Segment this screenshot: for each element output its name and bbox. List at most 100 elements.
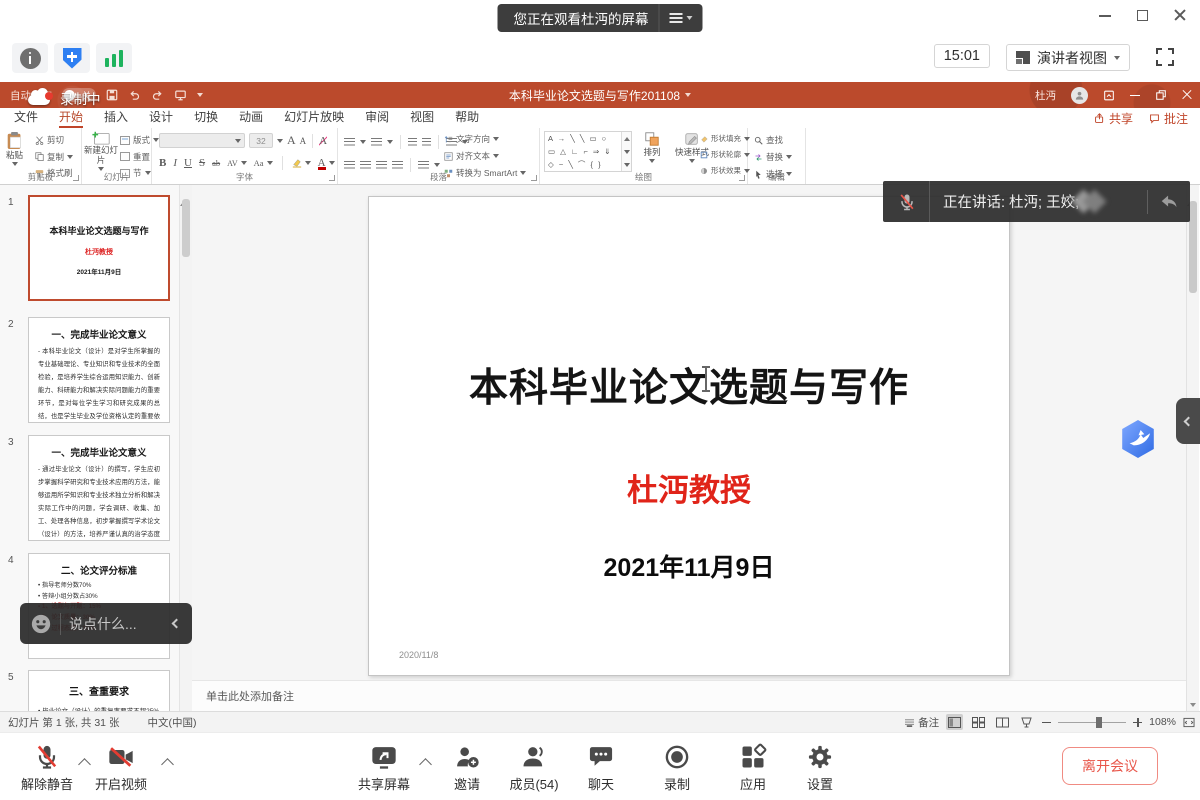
ribbon-display-icon[interactable] xyxy=(1103,90,1115,101)
shape-fill-button[interactable]: 形状填充 xyxy=(700,133,750,144)
dialog-launcher-icon[interactable] xyxy=(73,175,79,181)
font-size-combobox[interactable]: 32 xyxy=(249,133,273,148)
strikethrough-button[interactable]: S xyxy=(199,157,205,169)
security-button[interactable] xyxy=(54,43,90,73)
slide-thumbnail-1[interactable]: 本科毕业论文选题与写作 杜沔教授 2021年11月9日 xyxy=(28,195,170,301)
chat-input-placeholder[interactable]: 说点什么... xyxy=(69,614,137,634)
undo-icon[interactable] xyxy=(128,89,141,101)
change-case-button[interactable]: Aa xyxy=(254,158,273,168)
share-screen-button[interactable]: 共享屏幕 xyxy=(338,740,430,793)
view-mode-dropdown[interactable]: 演讲者视图 xyxy=(1006,44,1130,71)
zoom-slider-thumb[interactable] xyxy=(1096,717,1102,728)
share-button[interactable]: 共享 xyxy=(1094,110,1133,127)
slideshow-view-button[interactable] xyxy=(1018,714,1035,730)
dialog-launcher-icon[interactable] xyxy=(329,175,335,181)
align-right-icon[interactable] xyxy=(376,161,387,170)
floating-app-shortcut[interactable] xyxy=(1120,419,1156,459)
zoom-out-button[interactable] xyxy=(1042,718,1051,727)
tab-file[interactable]: 文件 xyxy=(14,108,38,128)
shrink-font-button[interactable]: A xyxy=(300,136,307,146)
language-indicator[interactable]: 中文(中国) xyxy=(147,715,196,730)
justify-icon[interactable] xyxy=(392,161,403,170)
chevron-down-icon[interactable] xyxy=(360,140,366,144)
increase-indent-icon[interactable] xyxy=(422,138,431,147)
align-center-icon[interactable] xyxy=(360,161,371,170)
shape-outline-button[interactable]: 形状轮廓 xyxy=(700,149,750,160)
comments-button[interactable]: 批注 xyxy=(1149,110,1188,127)
tab-design[interactable]: 设计 xyxy=(149,108,173,128)
paste-button[interactable]: 粘贴 xyxy=(6,131,23,166)
text-direction-button[interactable]: 文字方向 xyxy=(444,133,526,145)
slide-thumbnail-2[interactable]: 一、完成毕业论文意义 本科毕业论文（设计）是对学生所掌握的专业基础理论、专业知识… xyxy=(28,317,170,423)
slide-thumbnail-3[interactable]: 一、完成毕业论文意义 通过毕业论文（设计）的撰写，学生应初步掌握科学研究和专业技… xyxy=(28,435,170,541)
close-icon[interactable] xyxy=(1174,9,1186,21)
panel-collapse-tab[interactable] xyxy=(1176,398,1200,444)
tab-transitions[interactable]: 切换 xyxy=(194,108,218,128)
settings-button[interactable]: 设置 xyxy=(774,740,866,793)
arrange-button[interactable]: 排列 xyxy=(636,131,668,163)
reading-view-button[interactable] xyxy=(994,714,1011,730)
underline-button[interactable]: U xyxy=(184,157,192,169)
normal-view-button[interactable] xyxy=(946,714,963,730)
fullscreen-button[interactable] xyxy=(1154,46,1176,68)
chat-quick-input[interactable]: 说点什么... xyxy=(20,603,192,644)
network-quality-button[interactable] xyxy=(96,43,132,73)
italic-button[interactable]: I xyxy=(173,157,177,169)
slideshow-icon[interactable] xyxy=(174,89,187,101)
redo-icon[interactable] xyxy=(151,89,164,101)
cut-button[interactable]: 剪切 xyxy=(35,134,73,146)
ppt-restore-icon[interactable] xyxy=(1155,89,1167,101)
decrease-indent-icon[interactable] xyxy=(408,138,417,147)
canvas-scrollbar[interactable] xyxy=(1186,185,1199,712)
ppt-minimize-icon[interactable] xyxy=(1130,90,1140,100)
tab-review[interactable]: 审阅 xyxy=(365,108,389,128)
columns-icon[interactable] xyxy=(418,161,429,170)
tab-insert[interactable]: 插入 xyxy=(104,108,128,128)
numbering-icon[interactable] xyxy=(371,138,382,147)
chevron-down-icon[interactable] xyxy=(434,163,440,167)
highlight-button[interactable] xyxy=(292,158,311,168)
dialog-launcher-icon[interactable] xyxy=(739,175,745,181)
chevron-down-icon[interactable] xyxy=(387,140,393,144)
tab-animations[interactable]: 动画 xyxy=(239,108,263,128)
maximize-icon[interactable] xyxy=(1137,10,1148,21)
avatar[interactable] xyxy=(1071,87,1088,104)
tab-home[interactable]: 开始 xyxy=(59,108,83,128)
bold-button[interactable]: B xyxy=(159,157,166,169)
align-left-icon[interactable] xyxy=(344,161,355,170)
meeting-info-button[interactable] xyxy=(12,43,48,73)
banner-menu-button[interactable] xyxy=(659,4,703,32)
notes-toggle-button[interactable]: 备注 xyxy=(904,715,939,730)
tab-help[interactable]: 帮助 xyxy=(455,108,479,128)
ppt-close-icon[interactable] xyxy=(1182,90,1192,100)
scrollbar-thumb[interactable] xyxy=(182,199,190,257)
dialog-launcher-icon[interactable] xyxy=(531,175,537,181)
text-shadow-button[interactable]: ab xyxy=(212,158,220,168)
shapes-gallery[interactable]: A → ╲ ╲ ▭ ○ ▭ △ ∟ ⌐ ⇒ ⇓ ◇ ~ ╲ ⌒ { } xyxy=(544,131,632,172)
copy-button[interactable]: 复制 xyxy=(35,151,73,163)
clear-formatting-button[interactable]: A xyxy=(319,135,327,147)
reply-arrow-icon[interactable] xyxy=(1158,192,1180,212)
font-color-button[interactable]: A xyxy=(318,157,335,169)
save-icon[interactable] xyxy=(106,89,118,101)
slide-sorter-view-button[interactable] xyxy=(970,714,987,730)
document-title[interactable]: 本科毕业论文选题与写作201108 xyxy=(509,87,691,104)
new-slide-button[interactable]: 新建幻灯片 xyxy=(84,131,118,171)
fit-to-window-icon[interactable] xyxy=(1183,717,1195,728)
zoom-percentage[interactable]: 108% xyxy=(1149,716,1176,728)
gallery-scroll[interactable] xyxy=(621,132,631,171)
tab-view[interactable]: 视图 xyxy=(410,108,434,128)
tab-slideshow[interactable]: 幻灯片放映 xyxy=(284,108,344,128)
notes-pane[interactable]: 单击此处添加备注 xyxy=(192,680,1186,711)
zoom-slider[interactable] xyxy=(1058,716,1126,728)
zoom-in-button[interactable] xyxy=(1133,718,1142,727)
emoji-smiley-icon[interactable] xyxy=(30,613,52,635)
qat-customize-icon[interactable] xyxy=(197,93,203,97)
align-text-button[interactable]: 对齐文本 xyxy=(444,150,526,162)
minimize-icon[interactable] xyxy=(1099,9,1111,21)
slide-thumbnail-5[interactable]: 三、查重要求 毕业论文（设计）的重复率要求不超25% 校级优秀论文（设计）的重复… xyxy=(28,670,170,712)
scrollbar-thumb[interactable] xyxy=(1189,201,1197,293)
bullets-icon[interactable] xyxy=(344,138,355,147)
collapse-left-icon[interactable] xyxy=(172,619,182,629)
replace-button[interactable]: 替换 xyxy=(754,151,792,163)
